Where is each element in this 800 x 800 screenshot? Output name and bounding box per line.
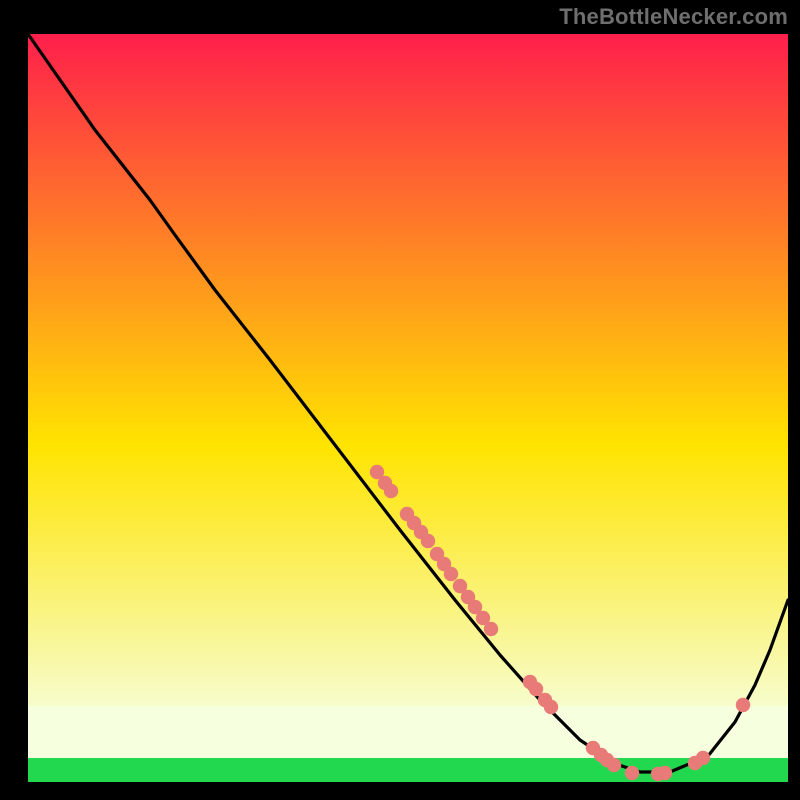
data-marker — [544, 700, 558, 714]
chart-container: { "attribution": "TheBottleNecker.com", … — [0, 0, 800, 800]
data-marker — [658, 766, 672, 780]
data-marker — [696, 751, 710, 765]
data-marker — [484, 622, 498, 636]
attribution-text: TheBottleNecker.com — [559, 4, 788, 30]
data-marker — [625, 766, 639, 780]
data-marker — [607, 758, 621, 772]
data-marker — [736, 698, 750, 712]
pale-yellow-band — [28, 706, 788, 758]
bottleneck-chart — [0, 0, 800, 800]
plot-gradient — [28, 34, 788, 782]
data-marker — [384, 484, 398, 498]
data-marker — [444, 567, 458, 581]
data-marker — [421, 534, 435, 548]
